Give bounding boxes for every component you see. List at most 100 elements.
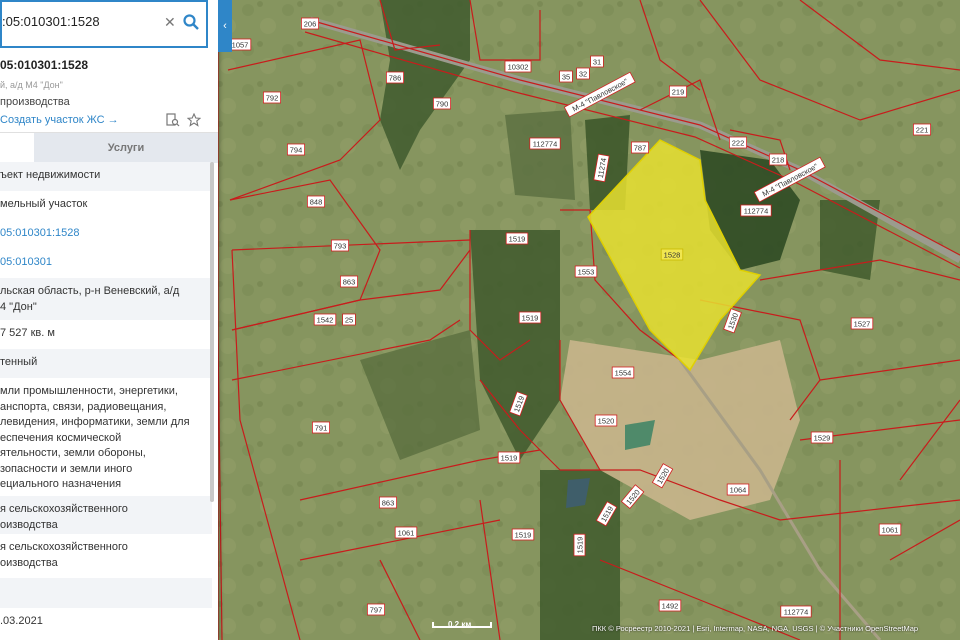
attribute-row: тенный bbox=[0, 349, 212, 378]
parcel-label[interactable]: М-4 "Павловское" bbox=[753, 156, 826, 203]
parcel-label[interactable]: 1520 bbox=[594, 414, 618, 427]
parcel-number: 1528 bbox=[664, 251, 681, 260]
tab-services[interactable]: Услуги bbox=[34, 133, 218, 163]
parcel-label[interactable]: 1527 bbox=[850, 317, 874, 330]
parcel-label[interactable]: 1064 bbox=[726, 483, 750, 496]
parcel-number: 1064 bbox=[730, 486, 747, 495]
scale-label: 0.2 км bbox=[448, 620, 472, 629]
attribute-row[interactable]: 05:010301 bbox=[0, 249, 212, 278]
attribute-row: ъект недвижимости bbox=[0, 162, 212, 191]
parcel-label[interactable]: 1519 bbox=[505, 232, 529, 245]
info-panel: :05:010301:1528 ✕ 05:010301:1528 й, а/д … bbox=[0, 0, 218, 640]
parcel-number: 786 bbox=[389, 74, 402, 83]
attribute-value: ъект недвижимости bbox=[0, 169, 101, 181]
parcel-number: 1519 bbox=[515, 531, 532, 540]
parcel-number: 848 bbox=[310, 198, 323, 207]
parcel-label[interactable]: 31 bbox=[590, 55, 604, 68]
parcel-label[interactable]: 1553 bbox=[574, 265, 598, 278]
parcel-label[interactable]: 1528 bbox=[660, 248, 684, 261]
attribute-row: .03.2021 bbox=[0, 608, 212, 634]
create-plot-link[interactable]: Создать участок ЖС → bbox=[0, 114, 119, 126]
parcel-label[interactable]: 792 bbox=[262, 91, 282, 104]
parcel-label[interactable]: 787 bbox=[630, 141, 650, 154]
parcel-label[interactable]: 1519 bbox=[497, 451, 521, 464]
parcel-label[interactable]: 1519 bbox=[511, 528, 535, 541]
parcel-label[interactable]: 1542 bbox=[313, 313, 337, 326]
parcel-label[interactable]: 112774 bbox=[529, 137, 561, 150]
parcel-label[interactable]: 1061 bbox=[394, 526, 418, 539]
parcel-number: 35 bbox=[562, 73, 570, 82]
parcel-number: 1519 bbox=[576, 537, 585, 554]
parcel-label[interactable]: 112774 bbox=[740, 204, 772, 217]
object-type: производства bbox=[0, 96, 70, 108]
parcel-label[interactable]: 786 bbox=[385, 71, 405, 84]
parcel-label[interactable]: 790 bbox=[432, 97, 452, 110]
star-icon[interactable] bbox=[187, 113, 201, 127]
parcel-label[interactable]: 793 bbox=[330, 239, 350, 252]
parcel-label[interactable]: 1520 bbox=[620, 484, 645, 510]
panel-tabs: Услуги bbox=[0, 132, 218, 163]
attribute-row: льская область, р-н Веневский, а/д 4 "До… bbox=[0, 278, 212, 320]
parcel-label[interactable]: 1529 bbox=[810, 431, 834, 444]
attribute-row[interactable]: 05:010301:1528 bbox=[0, 220, 212, 249]
document-search-icon[interactable] bbox=[166, 113, 180, 127]
parcel-number: 25 bbox=[345, 316, 353, 325]
attribute-value: 05:010301 bbox=[0, 256, 52, 268]
parcel-label[interactable]: 1530 bbox=[723, 308, 742, 334]
parcel-label[interactable]: 1492 bbox=[658, 599, 682, 612]
parcel-number: 793 bbox=[334, 242, 347, 251]
parcel-label[interactable]: 10302 bbox=[504, 60, 532, 73]
parcel-label[interactable]: 1061 bbox=[878, 523, 902, 536]
search-box[interactable]: :05:010301:1528 ✕ bbox=[0, 0, 208, 48]
parcel-label[interactable]: 35 bbox=[559, 70, 573, 83]
parcel-label[interactable]: 794 bbox=[286, 143, 306, 156]
panel-scrollbar[interactable] bbox=[210, 162, 214, 502]
search-icon[interactable] bbox=[182, 13, 200, 31]
parcel-label[interactable]: 218 bbox=[768, 153, 788, 166]
parcel-number: 863 bbox=[343, 278, 356, 287]
parcel-label[interactable]: 1519 bbox=[573, 533, 586, 557]
parcel-label[interactable]: 112774 bbox=[780, 605, 812, 618]
parcel-label[interactable]: 863 bbox=[339, 275, 359, 288]
attribute-row: 7 527 кв. м bbox=[0, 320, 212, 349]
parcel-label[interactable]: 221 bbox=[912, 123, 932, 136]
attribute-value: я сельскохозяйственного оизводства bbox=[0, 503, 128, 531]
parcel-number: 797 bbox=[370, 606, 383, 615]
chevron-left-icon: ‹ bbox=[223, 20, 227, 32]
tab-info[interactable] bbox=[0, 133, 34, 163]
parcel-number: 1057 bbox=[232, 41, 249, 50]
attribute-value: мельный участок bbox=[0, 198, 88, 210]
attribute-value: мли промышленности, энергетики, анспорта… bbox=[0, 385, 190, 490]
attribute-row: мли промышленности, энергетики, анспорта… bbox=[0, 378, 212, 496]
parcel-label[interactable]: 1519 bbox=[518, 311, 542, 324]
parcel-label[interactable]: 1057 bbox=[228, 38, 252, 51]
attribute-row: я сельскохозяйственного оизводства bbox=[0, 534, 212, 578]
parcel-label[interactable]: 11274 bbox=[593, 153, 610, 183]
parcel-number: 32 bbox=[579, 70, 587, 79]
parcel-label[interactable]: 848 bbox=[306, 195, 326, 208]
collapse-panel-button[interactable]: ‹ bbox=[218, 0, 232, 52]
object-subtitle: й, а/д М4 "Дон" bbox=[0, 80, 63, 90]
parcel-label[interactable]: 25 bbox=[342, 313, 356, 326]
parcel-label[interactable]: 32 bbox=[576, 67, 590, 80]
parcel-label[interactable]: М-4 "Павловское" bbox=[563, 71, 636, 118]
parcel-number: М-4 "Павловское" bbox=[761, 161, 820, 198]
search-input[interactable]: :05:010301:1528 bbox=[2, 14, 162, 29]
clear-icon[interactable]: ✕ bbox=[164, 14, 176, 31]
parcel-label[interactable]: 1554 bbox=[611, 366, 635, 379]
parcel-label[interactable]: 206 bbox=[300, 17, 320, 30]
parcel-number: 1542 bbox=[317, 316, 334, 325]
parcel-label[interactable]: 222 bbox=[728, 136, 748, 149]
parcel-number: 1492 bbox=[662, 602, 679, 611]
parcel-label[interactable]: 797 bbox=[366, 603, 386, 616]
attribute-row: мельный участок bbox=[0, 191, 212, 220]
parcel-number: 112774 bbox=[533, 140, 557, 149]
parcel-label[interactable]: 1519 bbox=[595, 501, 618, 527]
parcel-label[interactable]: 791 bbox=[311, 421, 331, 434]
parcel-label[interactable]: 863 bbox=[378, 496, 398, 509]
parcel-label[interactable]: 1519 bbox=[509, 391, 528, 417]
object-title: 05:010301:1528 bbox=[0, 58, 89, 72]
parcel-label[interactable]: 1520 bbox=[651, 463, 674, 489]
parcel-number: 863 bbox=[382, 499, 395, 508]
parcel-label[interactable]: 219 bbox=[668, 85, 688, 98]
